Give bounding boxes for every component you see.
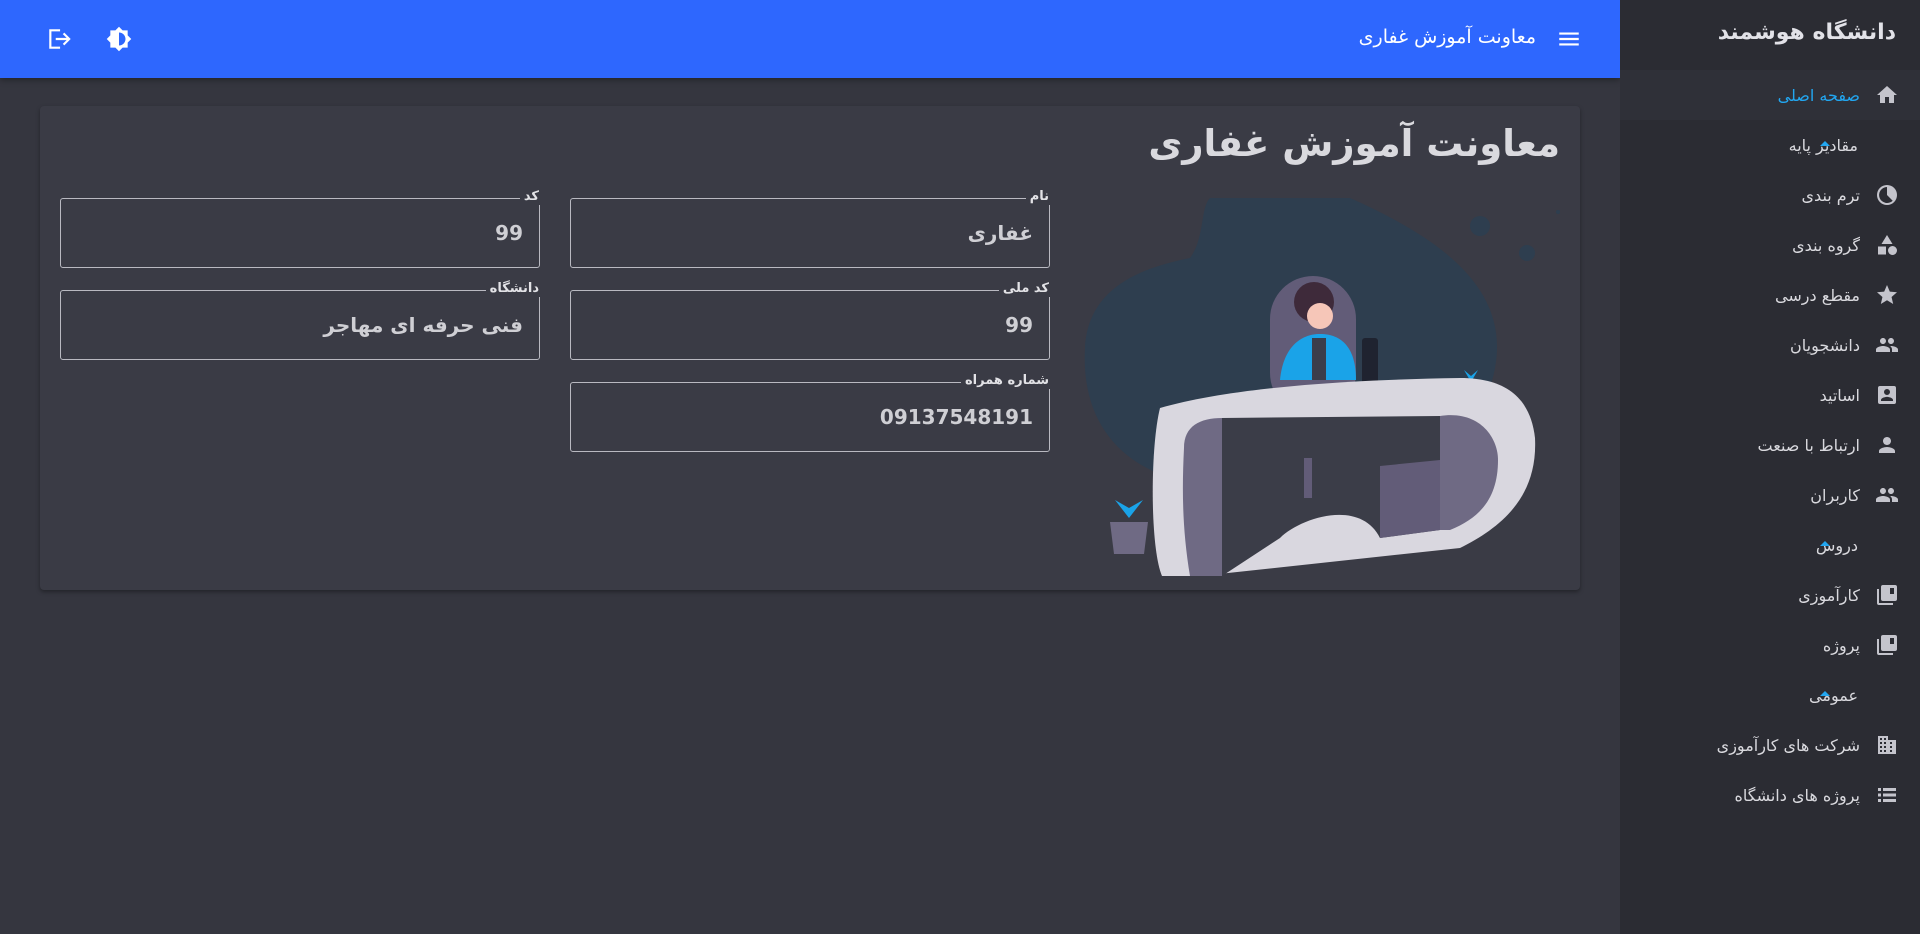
caret-up-icon (1820, 141, 1830, 146)
sidebar-item-label: شرکت های کارآموزی (1716, 735, 1860, 755)
top-app-bar: معاونت آموزش غفاری (0, 0, 1620, 78)
theme-toggle-button[interactable] (104, 24, 134, 54)
people-icon (1874, 482, 1900, 508)
sidebar-item-label: صفحه اصلی (1777, 85, 1860, 105)
brightness-icon (106, 26, 132, 52)
sidebar-item-label: کاربران (1810, 485, 1860, 505)
sidebar-item-degree[interactable]: مقطع درسی (1620, 270, 1920, 320)
sidebar-group-label: عمومی (1809, 685, 1858, 705)
contact-card-icon (1874, 382, 1900, 408)
sidebar-group-general[interactable]: عمومی (1620, 670, 1920, 720)
logout-icon (49, 29, 71, 49)
menu-toggle-button[interactable] (1556, 26, 1582, 52)
sidebar-item-terms[interactable]: ترم بندی (1620, 170, 1920, 220)
list-icon (1874, 782, 1900, 808)
sidebar-item-groups[interactable]: گروه بندی (1620, 220, 1920, 270)
sidebar-item-home[interactable]: صفحه اصلی (1620, 70, 1920, 120)
sidebar-item-label: ارتباط با صنعت (1757, 435, 1860, 455)
field-label: کد ملی (998, 281, 1053, 297)
sidebar-item-label: گروه بندی (1792, 235, 1860, 255)
people-icon (1874, 332, 1900, 358)
home-icon (1874, 82, 1900, 108)
star-icon (1874, 282, 1900, 308)
pie-chart-icon (1874, 182, 1900, 208)
sidebar-item-label: مقطع درسی (1775, 285, 1860, 305)
sidebar-group-courses[interactable]: دروس (1620, 520, 1920, 570)
brand-title: دانشگاه هوشمند (1717, 19, 1896, 45)
library-books-icon (1874, 582, 1900, 608)
sidebar-item-users[interactable]: کاربران (1620, 470, 1920, 520)
sidebar-item-label: پروژه (1822, 635, 1860, 655)
caret-up-icon (1820, 541, 1830, 546)
field-value: فنی حرفه ای مهاجر (323, 313, 523, 337)
field-value: 99 (1005, 313, 1033, 337)
logout-button[interactable] (44, 24, 74, 54)
field-value: 09137548191 (879, 405, 1033, 429)
sidebar-item-students[interactable]: دانشجویان (1620, 320, 1920, 370)
sidebar-group-base-values[interactable]: مقادیر پایه (1620, 120, 1920, 170)
shapes-icon (1874, 232, 1900, 258)
sidebar-nav: صفحه اصلی مقادیر پایه ترم بندی گروه بندی… (1620, 64, 1920, 820)
office-illustration (1084, 198, 1560, 576)
profile-card: معاونت آموزش غفاری نام غفاری کد 99 کد مل… (40, 106, 1580, 590)
sidebar-item-label: پروژه های دانشگاه (1734, 785, 1860, 805)
sidebar-item-label: کارآموزی (1798, 585, 1860, 605)
field-value: غفاری (967, 221, 1033, 245)
hamburger-menu-icon (1559, 32, 1579, 46)
page-title: معاونت آموزش غفاری (1148, 122, 1560, 165)
field-value: 99 (495, 221, 523, 245)
sidebar-item-label: دانشجویان (1790, 335, 1860, 355)
topbar-title: معاونت آموزش غفاری (1358, 26, 1536, 48)
university-field[interactable]: دانشگاه فنی حرفه ای مهاجر (60, 281, 543, 360)
sidebar-item-industry[interactable]: ارتباط با صنعت (1620, 420, 1920, 470)
national-code-field[interactable]: کد ملی 99 (570, 281, 1053, 360)
sidebar-item-companies[interactable]: شرکت های کارآموزی (1620, 720, 1920, 770)
field-label: کد (519, 189, 543, 205)
person-icon (1874, 432, 1900, 458)
field-label: نام (1025, 189, 1053, 205)
name-field[interactable]: نام غفاری (570, 189, 1053, 268)
sidebar-item-label: ترم بندی (1801, 185, 1860, 205)
sidebar-item-university-projects[interactable]: پروژه های دانشگاه (1620, 770, 1920, 820)
caret-up-icon (1820, 691, 1830, 696)
building-icon (1874, 732, 1900, 758)
mobile-field[interactable]: شماره همراه 09137548191 (570, 373, 1053, 452)
sidebar-item-project[interactable]: پروژه (1620, 620, 1920, 670)
sidebar: دانشگاه هوشمند صفحه اصلی مقادیر پایه ترم… (1620, 0, 1920, 934)
code-field[interactable]: کد 99 (60, 189, 543, 268)
library-books-icon (1874, 632, 1900, 658)
sidebar-item-label: اساتید (1819, 385, 1860, 405)
field-label: شماره همراه (960, 373, 1053, 389)
sidebar-item-professors[interactable]: اساتید (1620, 370, 1920, 420)
sidebar-item-internship[interactable]: کارآموزی (1620, 570, 1920, 620)
field-label: دانشگاه (485, 281, 543, 297)
